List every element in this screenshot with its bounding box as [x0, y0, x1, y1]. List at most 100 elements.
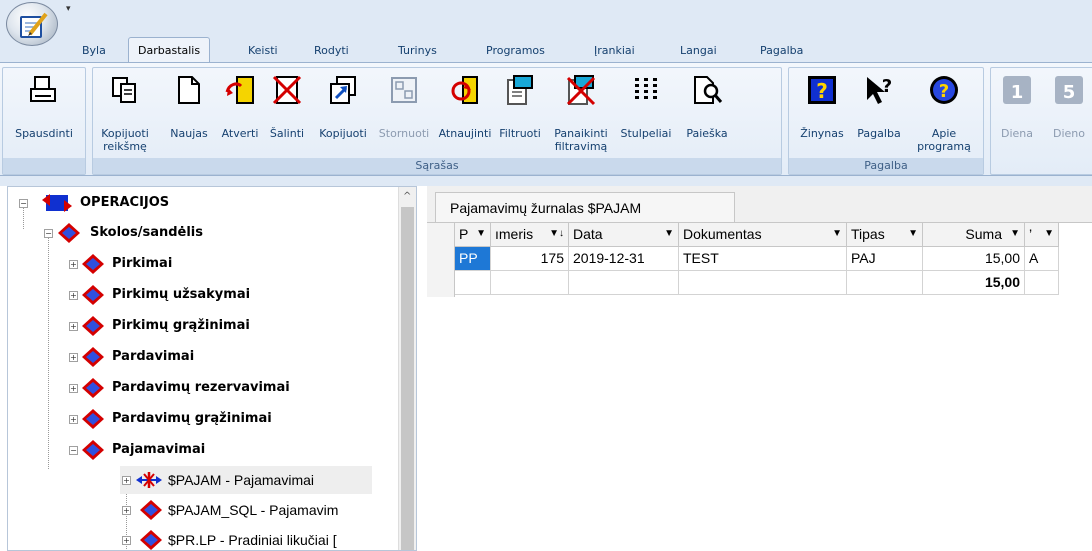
expand-icon[interactable]: +: [122, 476, 131, 485]
journal-tab[interactable]: Pajamavimų žurnalas $PAJAM: [435, 192, 735, 222]
collapse-icon[interactable]: −: [44, 229, 53, 238]
expand-icon[interactable]: +: [69, 260, 78, 269]
tab-darbastalis[interactable]: Darbastalis: [128, 37, 211, 63]
diamond-node-icon: [82, 316, 104, 336]
diamond-node-icon: [82, 378, 104, 398]
tab-keisti[interactable]: Keisti: [248, 44, 278, 57]
expand-icon[interactable]: +: [69, 322, 78, 331]
expand-icon[interactable]: +: [69, 353, 78, 362]
cell-p[interactable]: PP: [455, 247, 491, 271]
expand-icon[interactable]: +: [69, 291, 78, 300]
cell-suma[interactable]: 15,00: [923, 247, 1025, 271]
col-header-p[interactable]: P ▼: [455, 223, 491, 247]
calendar-day-icon: 1: [1003, 76, 1031, 104]
remove-filter-icon: [566, 75, 596, 106]
refresh-icon: [451, 76, 478, 104]
open-door-icon: [225, 76, 254, 104]
total-cell-empty: [455, 271, 491, 295]
tree-node-skolos[interactable]: − Skolos/sandėlis: [8, 219, 398, 247]
diamond-node-icon: [82, 440, 104, 460]
cell-data[interactable]: 2019-12-31: [569, 247, 679, 271]
svg-text:?: ?: [816, 79, 828, 103]
remove-filter-button[interactable]: Panaikinti filtravimą: [549, 70, 613, 160]
copy-button[interactable]: Kopijuoti: [313, 70, 373, 150]
diamond-node-icon: [58, 223, 80, 243]
cell-numeris[interactable]: 175: [491, 247, 569, 271]
day-view-button[interactable]: 1 Diena: [993, 70, 1041, 150]
tab-pagalba[interactable]: Pagalba: [760, 44, 803, 57]
delete-icon: [272, 75, 302, 105]
expand-icon[interactable]: +: [69, 384, 78, 393]
open-button[interactable]: Atverti: [217, 70, 263, 150]
diamond-node-icon: [82, 285, 104, 305]
expand-icon[interactable]: +: [122, 506, 131, 515]
app-menu-orb[interactable]: [6, 2, 58, 46]
days-view-button[interactable]: 5 Dieno: [1045, 70, 1092, 150]
collapse-icon[interactable]: −: [19, 199, 28, 208]
collapse-icon[interactable]: −: [69, 446, 78, 455]
cell-tipas[interactable]: PAJ: [847, 247, 923, 271]
expand-icon[interactable]: +: [69, 415, 78, 424]
cell-dokumentas[interactable]: TEST: [679, 247, 847, 271]
filter-button[interactable]: Filtruoti: [495, 70, 545, 150]
tree-leaf-pajam-sql[interactable]: + $PAJAM_SQL - Pajamavim: [120, 496, 400, 524]
tree-leaf-pr-lp[interactable]: + $PR.LP - Pradiniai likučiai [: [120, 526, 400, 550]
col-header-suma[interactable]: Suma ▼: [923, 223, 1025, 247]
row-indicator: [427, 223, 455, 297]
tab-turinys[interactable]: Turinys: [398, 44, 437, 57]
delete-button[interactable]: Šalinti: [263, 70, 311, 150]
total-cell-empty: [569, 271, 679, 295]
tree-node-pirkimai[interactable]: + Pirkimai: [8, 250, 398, 278]
tree-root-operacijos[interactable]: − OPERACIJOS: [8, 189, 398, 217]
diamond-node-icon: [82, 409, 104, 429]
tree-node-pirkimu-uzsakymai[interactable]: + Pirkimų užsakymai: [8, 281, 398, 309]
tree-scrollbar[interactable]: ^: [398, 187, 416, 550]
expand-icon[interactable]: +: [122, 536, 131, 545]
cell-extra[interactable]: A: [1025, 247, 1059, 271]
tab-programos[interactable]: Programos: [486, 44, 545, 57]
col-header-data[interactable]: Data ▼: [569, 223, 679, 247]
help-button[interactable]: ? Pagalba: [853, 70, 905, 150]
tab-byla[interactable]: Byla: [82, 44, 106, 57]
directories-button[interactable]: ? Žinynas: [791, 70, 853, 150]
scroll-thumb[interactable]: [401, 207, 414, 550]
tab-rodyti[interactable]: Rodyti: [314, 44, 349, 57]
quick-access-dropdown-icon[interactable]: ▾: [66, 4, 71, 14]
refresh-button[interactable]: Atnaujinti: [435, 70, 495, 150]
copy-value-icon: [112, 77, 136, 103]
journal-grid: P ▼ ımeris ▼↓ Data ▼ Dokumentas ▼ Tipas ▼ Sum…: [427, 222, 1092, 551]
print-button[interactable]: Spausdinti: [5, 70, 83, 150]
cross-node-icon: [136, 472, 162, 488]
tab-langai[interactable]: Langai: [680, 44, 717, 57]
tree-leaf-pajam[interactable]: + $PAJAM - Pajamavimai: [120, 466, 372, 494]
columns-icon: [635, 78, 657, 99]
help-group: ? Žinynas ? Pagalba ? Apie programą Pagal…: [788, 67, 984, 175]
reverse-button[interactable]: Stornuoti: [373, 70, 435, 150]
col-header-dokumentas[interactable]: Dokumentas ▼: [679, 223, 847, 247]
reverse-icon: [391, 77, 417, 103]
svg-text:?: ?: [882, 76, 892, 97]
scroll-up-icon[interactable]: ^: [403, 191, 411, 202]
tree-node-pardavimu-rezervavimai[interactable]: + Pardavimų rezervavimai: [8, 374, 398, 402]
tab-irankiai[interactable]: Įrankiai: [594, 44, 635, 57]
tree-node-pajamavimai[interactable]: − Pajamavimai: [8, 436, 398, 464]
total-cell-empty: [847, 271, 923, 295]
notepad-pen-icon: [20, 12, 48, 38]
ribbon: Spausdinti Kopijuoti reikšmę Naujas Atve…: [0, 62, 1092, 176]
about-button[interactable]: ? Apie programą: [911, 70, 977, 160]
col-header-tipas[interactable]: Tipas ▼: [847, 223, 923, 247]
new-button[interactable]: Naujas: [165, 70, 213, 150]
col-header-numeris[interactable]: ımeris ▼↓: [491, 223, 569, 247]
copy-value-button[interactable]: Kopijuoti reikšmę: [95, 70, 155, 160]
diamond-node-icon: [140, 500, 162, 520]
diamond-node-icon: [82, 254, 104, 274]
help-pointer-icon: ?: [867, 76, 892, 104]
columns-button[interactable]: Stulpeliai: [615, 70, 677, 150]
search-button[interactable]: Paieška: [679, 70, 735, 150]
total-cell-empty: [679, 271, 847, 295]
tree-node-pardavimai[interactable]: + Pardavimai: [8, 343, 398, 371]
tree-node-pardavimu-grazinimai[interactable]: + Pardavimų grąžinimai: [8, 405, 398, 433]
total-suma: 15,00: [923, 271, 1025, 295]
tree-node-pirkimu-grazinimai[interactable]: + Pirkimų grąžinimai: [8, 312, 398, 340]
col-header-extra[interactable]: ’ ▼: [1025, 223, 1059, 247]
